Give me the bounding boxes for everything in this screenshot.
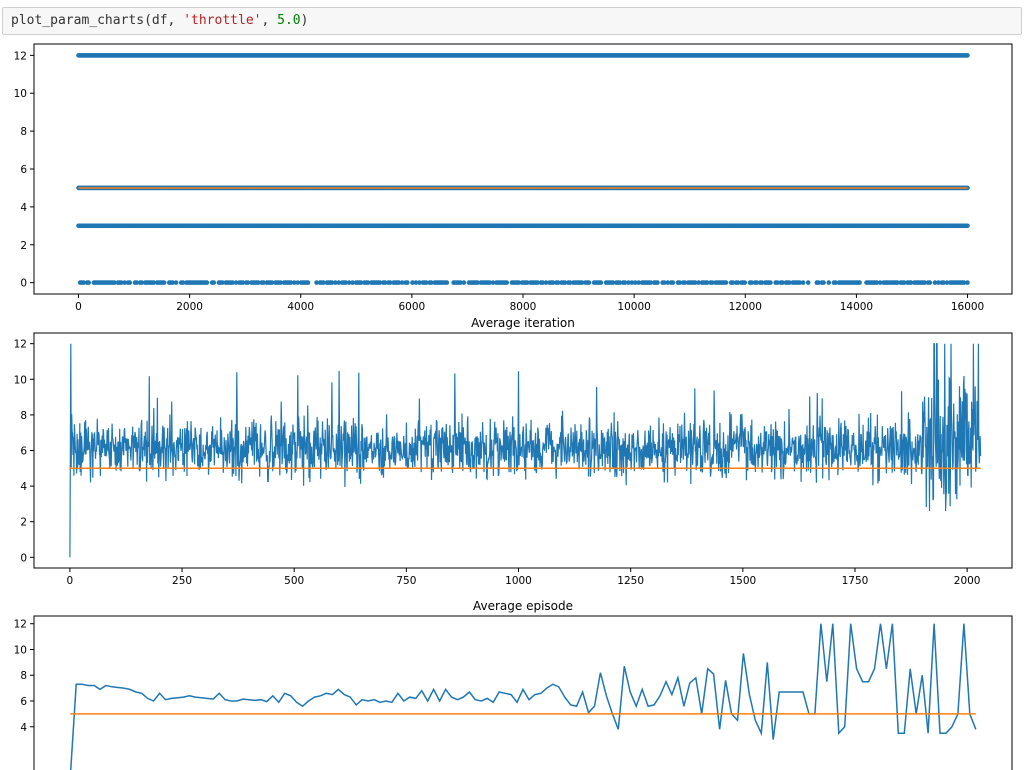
y-tick-label: 8 — [20, 410, 27, 422]
x-tick-label: 0 — [67, 575, 74, 587]
scatter-point — [800, 280, 806, 285]
charts-output: 0246810120 2000 4000 6000 8000 10000 12000 1400… — [14, 43, 1013, 770]
x-tick-label: 1500 — [729, 575, 756, 587]
y-tick-label: 0 — [20, 552, 27, 564]
y-tick-label: 4 — [20, 202, 27, 214]
y-tick-label: 12 — [14, 619, 27, 631]
y-tick-label: 0 — [20, 278, 27, 290]
x-tick-label: 250 — [172, 575, 192, 587]
scatter-point — [305, 280, 311, 285]
scatter-point — [586, 280, 592, 285]
x-tick-label: 500 — [284, 575, 304, 587]
plot-frame — [33, 615, 1013, 770]
scatter-point — [444, 280, 450, 285]
scatter-point — [768, 280, 773, 285]
x-tick-label: 1750 — [842, 575, 869, 587]
scatter-point — [857, 280, 862, 285]
y-tick-label: 8 — [20, 670, 27, 682]
scatter-point — [965, 280, 970, 285]
x-tick-label: 8000 — [510, 301, 537, 313]
scatter-point — [405, 280, 410, 285]
x-tick-label: 12000 — [729, 301, 762, 313]
x-tick-label: 14000 — [840, 301, 873, 313]
y-tick-label: 12 — [14, 50, 27, 62]
scatter-point — [127, 280, 133, 285]
scatter-point — [161, 280, 167, 285]
scatter-point — [655, 280, 660, 285]
x-tick-label: 16000 — [951, 301, 984, 313]
y-tick-label: 2 — [20, 240, 27, 252]
scatter-point — [173, 280, 179, 285]
chart-title: Average episode — [473, 599, 573, 613]
x-tick-label: 0 — [75, 301, 82, 313]
scatter-point — [927, 280, 933, 285]
plot-frame — [33, 43, 1013, 295]
x-tick-label: 2000 — [954, 575, 981, 587]
y-tick-label: 8 — [20, 126, 27, 138]
scatter-point — [826, 280, 832, 285]
y-tick-label: 12 — [14, 339, 27, 351]
iteration-line — [69, 343, 982, 558]
x-tick-label: 750 — [396, 575, 416, 587]
scatter-point — [965, 53, 970, 58]
y-tick-label: 10 — [14, 88, 27, 100]
scatter-point — [965, 223, 970, 229]
chart-1: 0 2 4 6 8 10 12 0 2000 4000 6000 8000 10000 12000 1400… — [14, 43, 1013, 313]
episode-line — [69, 623, 977, 770]
scatter-point — [86, 280, 91, 285]
x-tick-label: 10000 — [617, 301, 650, 313]
scatter-point — [204, 280, 210, 285]
y-tick-label: 10 — [14, 374, 27, 386]
x-tick-label: 6000 — [398, 301, 425, 313]
x-tick-label: 2000 — [176, 301, 203, 313]
scatter-point — [211, 280, 217, 285]
scatter-point — [670, 280, 676, 285]
y-tick-label: 6 — [20, 164, 27, 176]
scatter-point — [821, 280, 826, 285]
y-tick-label: 4 — [20, 722, 27, 734]
x-tick-label: 4000 — [287, 301, 314, 313]
y-tick-label: 6 — [20, 696, 27, 708]
scatter-points — [76, 53, 970, 285]
y-tick-label: 6 — [20, 446, 27, 458]
scatter-point — [742, 280, 748, 285]
scatter-point — [504, 280, 510, 285]
chart-title: Average iteration — [471, 316, 575, 330]
y-tick-label: 4 — [20, 481, 27, 493]
scatter-point — [723, 280, 729, 285]
y-tick-label: 10 — [14, 644, 27, 656]
chart-2: 0 2 4 6 8 10 12 0 250 500 750 1000 1250 1500 1750 2000 A… — [14, 316, 1013, 587]
scatter-point — [805, 280, 811, 285]
scatter-point — [598, 280, 604, 285]
x-tick-label: 1000 — [505, 575, 532, 587]
y-tick-label: 2 — [20, 517, 27, 529]
x-tick-label: 1250 — [617, 575, 644, 587]
scatter-point — [461, 280, 467, 285]
chart-3: 4 6 8 10 12 Average episode — [14, 599, 1013, 770]
